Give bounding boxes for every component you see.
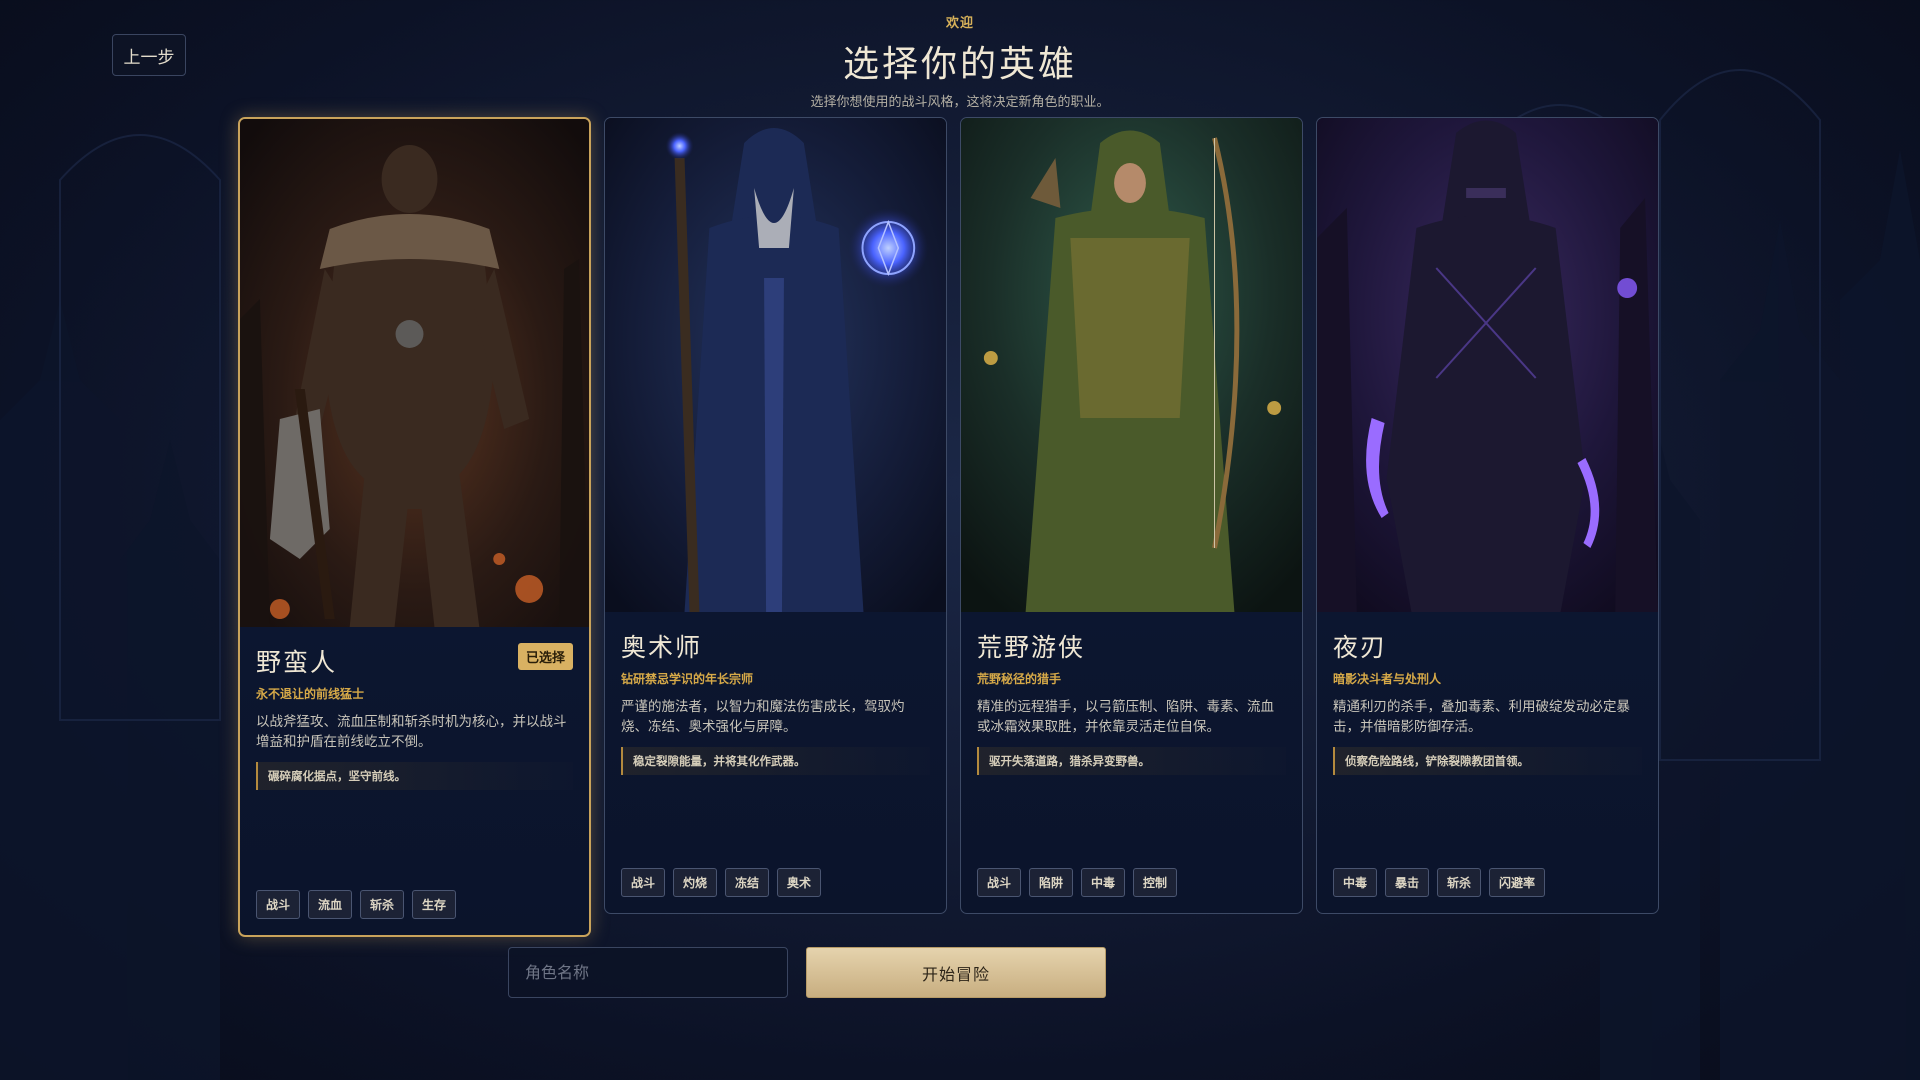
welcome-label: 欢迎 [945,16,974,31]
tag: 斩杀 [1437,868,1482,897]
class-card-ranger[interactable]: 荒野游侠 荒野秘径的猎手 精准的远程猎手，以弓箭压制、陷阱、毒素、流血或冰霜效果… [960,117,1303,914]
class-name: 荒野游侠 [977,633,1086,662]
class-card-arcanist[interactable]: 奥术师 钻研禁忌学识的年长宗师 严谨的施法者，以智力和魔法伤害成长，驾驭灼烧、冻… [604,117,947,914]
tag: 生存 [412,890,457,919]
class-quote: 碾碎腐化据点，坚守前线。 [256,762,573,790]
start-adventure-button[interactable]: 开始冒险 [806,947,1106,998]
class-description: 精通利刃的杀手，叠加毒素、利用破绽发动必定暴击，并借暗影防御存活。 [1333,699,1630,735]
class-description: 严谨的施法者，以智力和魔法伤害成长，驾驭灼烧、冻结、奥术强化与屏障。 [621,699,905,735]
tag: 闪避率 [1489,868,1546,897]
class-card-list: 野蛮人 已选择 永不退让的前线猛士 以战斧猛攻、流血压制和斩杀时机为核心，并以战… [238,117,1659,937]
tag: 中毒 [1333,868,1378,897]
class-quote: 稳定裂隙能量，并将其化作武器。 [621,747,930,775]
class-tagline: 荒野秘径的猎手 [977,672,1062,686]
character-name-input[interactable] [508,947,788,998]
nightblade-portrait [1317,118,1658,612]
class-description: 以战斧猛攻、流血压制和斩杀时机为核心，并以战斗增益和护盾在前线屹立不倒。 [256,714,567,750]
ranger-portrait [961,118,1302,612]
class-description: 精准的远程猎手，以弓箭压制、陷阱、毒素、流血或冰霜效果取胜，并依靠灵活走位自保。 [977,699,1274,735]
tag: 奥术 [777,868,822,897]
class-card-nightblade[interactable]: 夜刃 暗影决斗者与处刑人 精通利刃的杀手，叠加毒素、利用破绽发动必定暴击，并借暗… [1316,117,1659,914]
tag: 灼烧 [673,868,718,897]
tag: 流血 [308,890,353,919]
arcanist-portrait [605,118,946,612]
class-tags: 中毒 暴击 斩杀 闪避率 [1333,868,1546,897]
class-tagline: 钻研禁忌学识的年长宗师 [621,672,754,686]
class-tags: 战斗 陷阱 中毒 控制 [977,868,1178,897]
class-name: 夜刃 [1333,633,1388,662]
class-tagline: 永不退让的前线猛士 [256,687,365,701]
tag: 斩杀 [360,890,405,919]
page-header: 欢迎 选择你的英雄 选择你想使用的战斗风格，这将决定新角色的职业。 [0,12,1920,110]
page-subtitle: 选择你想使用的战斗风格，这将决定新角色的职业。 [810,95,1110,110]
tag: 陷阱 [1029,868,1074,897]
class-tags: 战斗 灼烧 冻结 奥术 [621,868,822,897]
tag: 战斗 [621,868,666,897]
class-tags: 战斗 流血 斩杀 生存 [256,890,457,919]
barbarian-portrait [240,119,589,627]
tag: 冻结 [725,868,770,897]
class-quote: 驱开失落道路，猎杀异变野兽。 [977,747,1286,775]
tag: 战斗 [256,890,301,919]
selected-badge: 已选择 [517,643,573,670]
class-quote: 侦察危险路线，铲除裂隙教团首领。 [1333,747,1642,775]
tag: 控制 [1133,868,1178,897]
page-title: 选择你的英雄 [842,44,1077,85]
tag: 战斗 [977,868,1022,897]
class-tagline: 暗影决斗者与处刑人 [1333,672,1442,686]
class-name: 奥术师 [621,633,703,662]
class-card-barbarian[interactable]: 野蛮人 已选择 永不退让的前线猛士 以战斧猛攻、流血压制和斩杀时机为核心，并以战… [238,117,591,937]
tag: 中毒 [1081,868,1126,897]
tag: 暴击 [1385,868,1430,897]
